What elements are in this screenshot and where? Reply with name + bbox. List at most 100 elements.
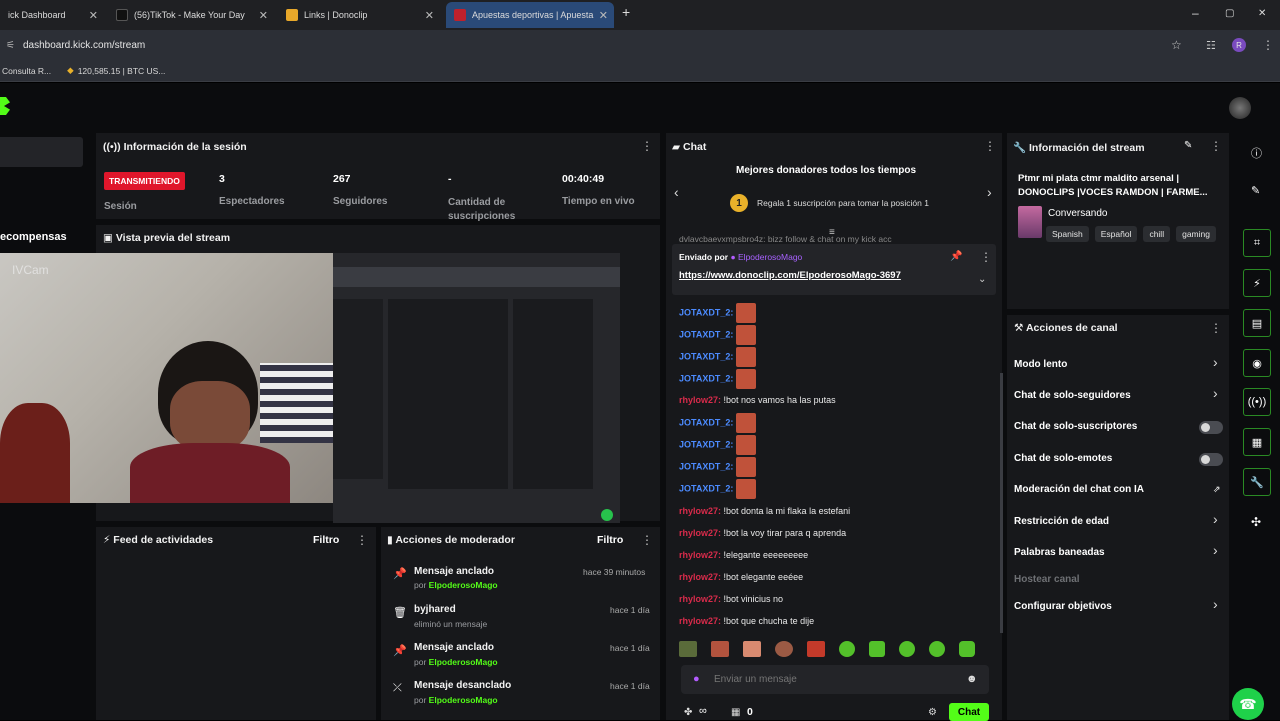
gift-icon[interactable]: ▦: [731, 707, 740, 718]
top-donors-cta: Regala 1 suscripción para tomar la posic…: [757, 198, 929, 208]
wrench-icon[interactable]: 🔧: [1243, 468, 1271, 496]
donoclip-icon: [286, 9, 298, 21]
emote-icon[interactable]: [711, 641, 729, 657]
new-tab-button[interactable]: +: [622, 4, 630, 20]
send-chat-button[interactable]: Chat: [949, 703, 989, 721]
lightning-icon[interactable]: ⚡: [1243, 269, 1271, 297]
close-icon[interactable]: ✕: [89, 9, 98, 22]
chat-input[interactable]: [714, 672, 954, 687]
bookmark-item[interactable]: 120,585.15 | BTC US...: [78, 66, 166, 76]
chevron-right-icon[interactable]: ›: [1213, 542, 1218, 558]
scan-icon[interactable]: ⌗: [1243, 229, 1271, 257]
gear-icon[interactable]: ⚙: [928, 707, 937, 718]
chat-message: rhylow27: !elegante eeeeeeeee: [679, 550, 809, 560]
external-link-icon[interactable]: ⇗: [1213, 484, 1221, 495]
mod-action-sub: por ElpoderosoMago: [414, 657, 498, 667]
pin-icon[interactable]: 📌: [950, 251, 962, 262]
bookmark-item[interactable]: Consulta R...: [2, 66, 51, 76]
emote-icon[interactable]: [743, 641, 761, 657]
channel-action-followers-only[interactable]: Chat de solo-seguidores: [1014, 390, 1131, 401]
more-options-icon[interactable]: ⋮: [980, 250, 992, 264]
apps-icon[interactable]: ✣: [1251, 515, 1261, 529]
more-options-icon[interactable]: ⋮: [1210, 139, 1222, 153]
emoji-icon[interactable]: ☻: [966, 673, 978, 685]
close-icon[interactable]: ✕: [599, 9, 608, 22]
unpin-icon: ⤫: [393, 682, 402, 694]
tab-tiktok[interactable]: (56)TikTok - Make Your Day ✕: [108, 2, 274, 28]
info-icon[interactable]: ⓘ: [1251, 145, 1262, 161]
emote-icon[interactable]: [899, 641, 915, 657]
tab-donoclip[interactable]: Links | Donoclip ✕: [278, 2, 440, 28]
tab-kick-dashboard[interactable]: ick Dashboard ✕: [0, 2, 104, 28]
subs-only-toggle[interactable]: [1199, 421, 1223, 434]
pinned-link[interactable]: https://www.donoclip.com/ElpoderosoMago-…: [679, 270, 901, 281]
chat-message: JOTAXDT_2:: [679, 479, 756, 499]
channel-action-slow-mode[interactable]: Modo lento: [1014, 359, 1067, 370]
edit-icon[interactable]: ✎: [1184, 140, 1192, 151]
filter-button[interactable]: Filtro: [313, 534, 339, 546]
emote-icon[interactable]: [869, 641, 885, 657]
avatar[interactable]: R: [1232, 38, 1246, 52]
panel-title: ⚒ Acciones de canal: [1014, 322, 1118, 334]
maximize-button[interactable]: ▢: [1225, 8, 1234, 19]
emote-icon[interactable]: [839, 641, 855, 657]
webcam-feed: IVCam: [0, 253, 333, 503]
browser-menu-icon[interactable]: ⋮: [1262, 38, 1274, 52]
chevron-left-icon[interactable]: ‹: [674, 184, 679, 200]
chevron-right-icon[interactable]: ›: [1213, 385, 1218, 401]
more-options-icon[interactable]: ⋮: [641, 533, 653, 547]
extensions-icon[interactable]: ☷: [1206, 39, 1216, 52]
channel-action-goals[interactable]: Configurar objetivos: [1014, 601, 1112, 612]
browser-tabbar: ick Dashboard ✕ (56)TikTok - Make Your D…: [0, 0, 1280, 30]
support-icon[interactable]: ☎: [1232, 688, 1264, 720]
tab-label: Links | Donoclip: [304, 10, 368, 20]
emote-icon[interactable]: [929, 641, 945, 657]
document-icon[interactable]: ▤: [1243, 309, 1271, 337]
broadcast-icon[interactable]: ((•)): [1243, 388, 1271, 416]
bookmark-star-icon[interactable]: ☆: [1171, 38, 1182, 52]
tag: gaming: [1176, 226, 1216, 242]
mod-action-time: hace 1 día: [610, 643, 650, 653]
close-icon[interactable]: ✕: [425, 9, 434, 22]
tab-apuestas[interactable]: Apuestas deportivas | Apuesta ✕: [446, 2, 614, 28]
address-bar: ⚟ dashboard.kick.com/stream ☆ ☷ R ⋮: [0, 30, 1280, 60]
more-options-icon[interactable]: ⋮: [356, 533, 368, 547]
close-icon[interactable]: ✕: [259, 9, 268, 22]
chevron-right-icon[interactable]: ›: [1213, 354, 1218, 370]
emote-icon[interactable]: [959, 641, 975, 657]
chevron-right-icon[interactable]: ›: [987, 184, 992, 200]
kick-logo[interactable]: [0, 97, 10, 115]
chevron-right-icon[interactable]: ›: [1213, 596, 1218, 612]
emote-icon[interactable]: [679, 641, 697, 657]
chat-scrollbar[interactable]: [1000, 373, 1003, 633]
minimize-button[interactable]: –: [1192, 6, 1199, 20]
channel-action-ai-moderation[interactable]: Moderación del chat con IA: [1014, 484, 1144, 495]
url-field[interactable]: dashboard.kick.com/stream: [23, 40, 145, 51]
chevron-down-icon[interactable]: ⌄: [978, 274, 986, 285]
emote-icon[interactable]: [807, 641, 825, 657]
close-window-button[interactable]: ✕: [1258, 8, 1266, 19]
points-icon[interactable]: ✤: [684, 707, 692, 718]
chat-bubble-icon[interactable]: ◉: [1243, 349, 1271, 377]
broadcast-icon: ((•)): [103, 141, 124, 153]
tab-label: (56)TikTok - Make Your Day: [134, 10, 245, 20]
filter-lines-icon[interactable]: ≡: [829, 227, 835, 238]
more-options-icon[interactable]: ⋮: [984, 139, 996, 153]
sidebar-item-active[interactable]: [0, 137, 83, 167]
filter-button[interactable]: Filtro: [597, 534, 623, 546]
edit-icon[interactable]: ✎: [1251, 184, 1260, 197]
more-options-icon[interactable]: ⋮: [641, 139, 653, 153]
site-settings-icon[interactable]: ⚟: [6, 40, 15, 51]
sidebar-item-rewards[interactable]: ecompensas: [0, 231, 67, 243]
microphone-icon[interactable]: ●: [693, 673, 700, 685]
layout-icon[interactable]: ▦: [1243, 428, 1271, 456]
channel-action-emotes-only: Chat de solo-emotes: [1014, 453, 1113, 464]
channel-action-banned-words[interactable]: Palabras baneadas: [1014, 547, 1105, 558]
channel-action-age-restriction[interactable]: Restricción de edad: [1014, 516, 1109, 527]
emotes-only-toggle[interactable]: [1199, 453, 1223, 466]
tools-icon: ⚒: [1014, 322, 1026, 334]
avatar[interactable]: [1229, 97, 1251, 119]
more-options-icon[interactable]: ⋮: [1210, 321, 1222, 335]
emote-icon[interactable]: [775, 641, 793, 657]
chevron-right-icon[interactable]: ›: [1213, 511, 1218, 527]
